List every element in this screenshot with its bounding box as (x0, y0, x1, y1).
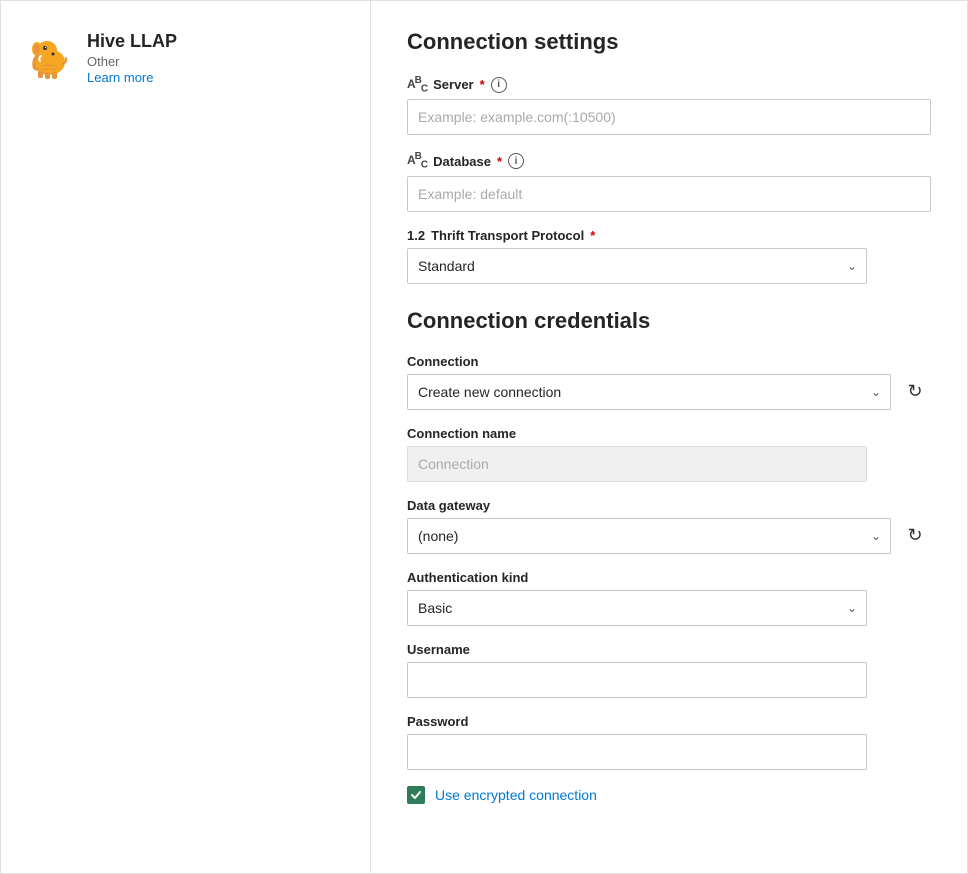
transport-select-wrapper: Standard HTTP ⌄ (407, 248, 867, 284)
transport-required: * (590, 228, 595, 243)
app-category: Other (87, 54, 177, 69)
connection-row: Create new connection ⌄ ↻ (407, 374, 931, 410)
server-abc-icon: ABC (407, 75, 427, 94)
connection-settings-section: Connection settings ABC Server * i ABC D… (407, 29, 931, 284)
connection-refresh-button[interactable]: ↻ (899, 376, 931, 408)
username-input[interactable] (407, 662, 867, 698)
connection-select-wrapper: Create new connection ⌄ (407, 374, 891, 410)
server-required: * (480, 77, 485, 92)
connection-field-group: Connection Create new connection ⌄ ↻ (407, 354, 931, 410)
learn-more-link[interactable]: Learn more (87, 70, 153, 85)
auth-kind-label: Authentication kind (407, 570, 931, 585)
connection-name-field-group: Connection name (407, 426, 931, 482)
database-info-icon[interactable]: i (508, 153, 524, 169)
database-required: * (497, 154, 502, 169)
data-gateway-refresh-button[interactable]: ↻ (899, 520, 931, 552)
transport-field-group: 1.2 Thrift Transport Protocol * Standard… (407, 228, 931, 284)
app-title: Hive LLAP (87, 31, 177, 52)
data-gateway-row: (none) ⌄ ↻ (407, 518, 931, 554)
transport-prefix: 1.2 (407, 228, 425, 243)
connection-name-label: Connection name (407, 426, 931, 441)
connection-label: Connection (407, 354, 931, 369)
data-gateway-select-wrapper: (none) ⌄ (407, 518, 891, 554)
password-input[interactable] (407, 734, 867, 770)
database-abc-icon: ABC (407, 151, 427, 170)
connection-settings-title: Connection settings (407, 29, 931, 55)
data-gateway-label: Data gateway (407, 498, 931, 513)
connection-credentials-section: Connection credentials Connection Create… (407, 308, 931, 804)
connection-name-input[interactable] (407, 446, 867, 482)
auth-kind-field-group: Authentication kind Basic Windows Anonym… (407, 570, 931, 626)
password-field-group: Password (407, 714, 931, 770)
server-label: ABC Server * i (407, 75, 931, 94)
server-info-icon[interactable]: i (491, 77, 507, 93)
hive-llap-icon (25, 34, 73, 82)
password-label: Password (407, 714, 931, 729)
encrypted-connection-row: Use encrypted connection (407, 786, 931, 804)
main-content: Connection settings ABC Server * i ABC D… (371, 1, 967, 873)
database-label: ABC Database * i (407, 151, 931, 170)
server-field-group: ABC Server * i (407, 75, 931, 135)
transport-select[interactable]: Standard HTTP (407, 248, 867, 284)
encrypted-connection-label[interactable]: Use encrypted connection (435, 787, 597, 803)
server-input[interactable] (407, 99, 931, 135)
data-gateway-select[interactable]: (none) (407, 518, 891, 554)
database-field-group: ABC Database * i (407, 151, 931, 211)
username-field-group: Username (407, 642, 931, 698)
username-label: Username (407, 642, 931, 657)
auth-kind-select-wrapper: Basic Windows Anonymous ⌄ (407, 590, 867, 626)
checkmark-icon (410, 789, 422, 801)
encrypted-checkbox[interactable] (407, 786, 425, 804)
sidebar-logo-row: Hive LLAP Other Learn more (25, 31, 177, 85)
data-gateway-field-group: Data gateway (none) ⌄ ↻ (407, 498, 931, 554)
sidebar: Hive LLAP Other Learn more (1, 1, 371, 873)
connection-credentials-title: Connection credentials (407, 308, 931, 334)
connection-select[interactable]: Create new connection (407, 374, 891, 410)
transport-label: 1.2 Thrift Transport Protocol * (407, 228, 931, 243)
auth-kind-select[interactable]: Basic Windows Anonymous (407, 590, 867, 626)
database-input[interactable] (407, 176, 931, 212)
